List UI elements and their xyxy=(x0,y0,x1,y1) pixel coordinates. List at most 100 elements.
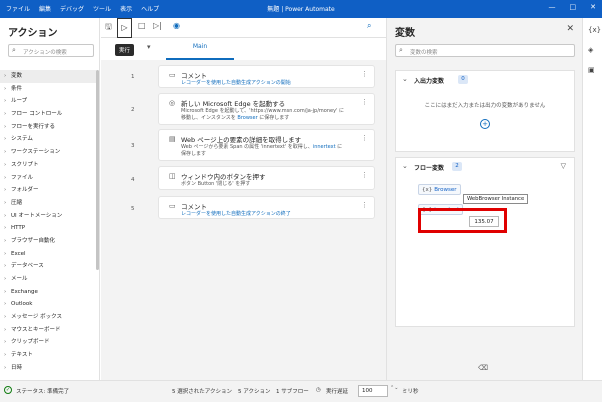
action-step[interactable]: ◎ 新しい Microsoft Edge を起動する Microsoft Edg… xyxy=(158,93,375,125)
variables-icon[interactable]: {x} xyxy=(588,26,601,34)
actions-scrollbar[interactable] xyxy=(96,70,99,270)
more-options-icon[interactable]: ⋮ xyxy=(361,201,368,209)
more-options-icon[interactable]: ⋮ xyxy=(361,171,368,179)
close-window-button[interactable]: ✕ xyxy=(590,3,596,11)
chevron-right-icon: › xyxy=(4,314,7,321)
chevron-right-icon: › xyxy=(4,85,7,92)
flow-variables-section: ⌄ フロー変数 2 ▽ {x} Browser WebBrowser Instan… xyxy=(395,157,575,327)
more-options-icon[interactable]: ⋮ xyxy=(361,134,368,142)
spinner-icon[interactable]: ⌃⌄ xyxy=(390,385,398,391)
variables-panel-title: 変数 xyxy=(395,28,415,39)
actions-group-item[interactable]: › ブラウザー自動化 xyxy=(0,235,96,248)
more-options-icon[interactable]: ⋮ xyxy=(361,70,368,78)
designer-toolbar: 🖫 ▷ □ ▷| ◉ ⌕ xyxy=(101,18,386,38)
actions-group-item[interactable]: › ファイル xyxy=(0,172,96,185)
chevron-right-icon: › xyxy=(4,187,7,194)
save-icon[interactable]: 🖫 xyxy=(105,21,112,35)
highlight-box xyxy=(418,208,507,233)
actions-group-item[interactable]: › 条件 xyxy=(0,83,96,96)
designer-search-icon[interactable]: ⌕ xyxy=(367,21,371,31)
actions-group-item[interactable]: › メール xyxy=(0,273,96,286)
chevron-right-icon: › xyxy=(4,98,7,105)
images-icon[interactable]: ▣ xyxy=(588,66,595,74)
chevron-right-icon: › xyxy=(4,339,7,346)
actions-group-item[interactable]: › マウスとキーボード xyxy=(0,324,96,337)
webpage-icon: ▤ xyxy=(169,135,176,143)
step-number: 5 xyxy=(131,206,135,212)
status-bar: ✓ ステータス: 準備完了 5 選択されたアクション 5 アクション 1 サブフ… xyxy=(0,380,602,402)
actions-list: › 変数 › 条件 › ループ › フロー コントロール › フローを実行する › システム… xyxy=(0,70,96,375)
action-step[interactable]: ▭ コメント レコーダーを使用した自動生成アクションの終了 ⋮ xyxy=(158,196,375,219)
io-variables-header[interactable]: ⌄ 入出力変数 0 xyxy=(396,71,574,89)
actions-group-item[interactable]: › ワークステーション xyxy=(0,146,96,159)
run-next-icon[interactable]: ▷| xyxy=(153,21,162,30)
step-description: レコーダーを使用した自動生成アクションの終了 xyxy=(181,211,291,217)
actions-group-item[interactable]: › フロー コントロール xyxy=(0,108,96,121)
subflow-tabs: ▾ Main xyxy=(101,38,386,60)
actions-search-placeholder: アクションの検索 xyxy=(23,50,67,56)
chevron-right-icon: › xyxy=(4,250,7,257)
actions-group-item[interactable]: › 圧縮 xyxy=(0,197,96,210)
button-press-icon: ◫ xyxy=(169,172,176,180)
record-icon[interactable]: ◉ xyxy=(173,21,180,30)
actions-group-item[interactable]: › フローを実行する xyxy=(0,121,96,134)
minimize-button[interactable]: — xyxy=(549,3,556,11)
variable-chip[interactable]: {x} Browser xyxy=(418,184,461,195)
chevron-down-icon: ⌄ xyxy=(402,75,408,83)
actions-group-item[interactable]: › ループ xyxy=(0,95,96,108)
step-number: 2 xyxy=(131,107,135,113)
chevron-right-icon: › xyxy=(4,326,7,333)
actions-group-item[interactable]: › Excel xyxy=(0,248,96,261)
stop-icon[interactable]: □ xyxy=(138,21,146,30)
clock-icon: ◷ xyxy=(316,387,321,393)
actions-group-item[interactable]: › メッセージ ボックス xyxy=(0,311,96,324)
run-delay-input[interactable]: 100 xyxy=(358,385,388,397)
action-step[interactable]: ▭ コメント レコーダーを使用した自動生成アクションの開始 ⋮ xyxy=(158,65,375,88)
add-variable-icon[interactable]: + xyxy=(480,119,490,129)
subflows-count: 1 サブフロー xyxy=(276,389,309,395)
actions-group-item[interactable]: › 日時 xyxy=(0,362,96,375)
status-text: ステータス: 準備完了 xyxy=(16,389,70,395)
chevron-right-icon: › xyxy=(4,199,7,206)
window-title: 無題 | Power Automate xyxy=(267,6,335,13)
actions-group-item[interactable]: › Exchange xyxy=(0,286,96,299)
actions-group-item[interactable]: › テキスト xyxy=(0,349,96,362)
actions-count: 5 アクション xyxy=(238,389,271,395)
globe-icon: ◎ xyxy=(169,99,176,107)
actions-search-input[interactable]: ⌕ アクションの検索 xyxy=(8,44,94,57)
subflow-dropdown-icon[interactable]: ▾ xyxy=(147,43,151,51)
run-delay-label: 実行遅延 xyxy=(326,389,349,395)
actions-group-item[interactable]: › UI オートメーション xyxy=(0,210,96,223)
more-options-icon[interactable]: ⋮ xyxy=(361,98,368,106)
actions-group-item[interactable]: › 変数 xyxy=(0,70,96,83)
actions-group-item[interactable]: › クリップボード xyxy=(0,336,96,349)
run-tooltip: 実行 xyxy=(115,44,135,56)
variable-icon: {x} xyxy=(422,187,433,193)
ms-label: ミリ秒 xyxy=(402,389,419,395)
chevron-right-icon: › xyxy=(4,136,7,143)
variables-search-input[interactable]: ⌕ 変数の検索 xyxy=(395,44,575,57)
flow-variables-count: 2 xyxy=(452,162,462,171)
actions-group-item[interactable]: › HTTP xyxy=(0,222,96,235)
close-icon[interactable]: ✕ xyxy=(566,24,574,34)
variable-type-tooltip: WebBrowser Instance xyxy=(463,194,529,204)
action-step[interactable]: ▤ Web ページ上の要素の詳細を取得します Web ページから要素 Span … xyxy=(158,129,375,161)
actions-group-item[interactable]: › フォルダー xyxy=(0,184,96,197)
step-description: Web ページから要素 Span の属性 'innertext' を取得し、in… xyxy=(181,144,343,150)
filter-icon[interactable]: ▽ xyxy=(561,162,566,170)
flow-variables-header[interactable]: ⌄ フロー変数 2 ▽ xyxy=(396,158,574,176)
comment-icon: ▭ xyxy=(169,202,176,210)
maximize-button[interactable]: □ xyxy=(570,3,577,11)
actions-group-item[interactable]: › システム xyxy=(0,133,96,146)
run-button[interactable]: ▷ xyxy=(117,18,132,38)
action-step[interactable]: ◫ ウィンドウ内のボタンを押す ボタン Button '閉じる' を押す ⋮ xyxy=(158,166,375,190)
ui-elements-icon[interactable]: ◈ xyxy=(588,46,593,54)
actions-group-item[interactable]: › Outlook xyxy=(0,298,96,311)
eraser-icon[interactable]: ⌫ xyxy=(478,364,488,372)
actions-group-item[interactable]: › データベース xyxy=(0,260,96,273)
actions-group-item[interactable]: › スクリプト xyxy=(0,159,96,172)
window-controls: — □ ✕ xyxy=(549,3,597,11)
variables-panel: 変数 ✕ ⌕ 変数の検索 ⌄ 入出力変数 0 ここにはまだ入力または出力の変数が… xyxy=(386,18,582,380)
search-icon: ⌕ xyxy=(399,46,403,54)
tab-main[interactable]: Main xyxy=(166,43,234,60)
